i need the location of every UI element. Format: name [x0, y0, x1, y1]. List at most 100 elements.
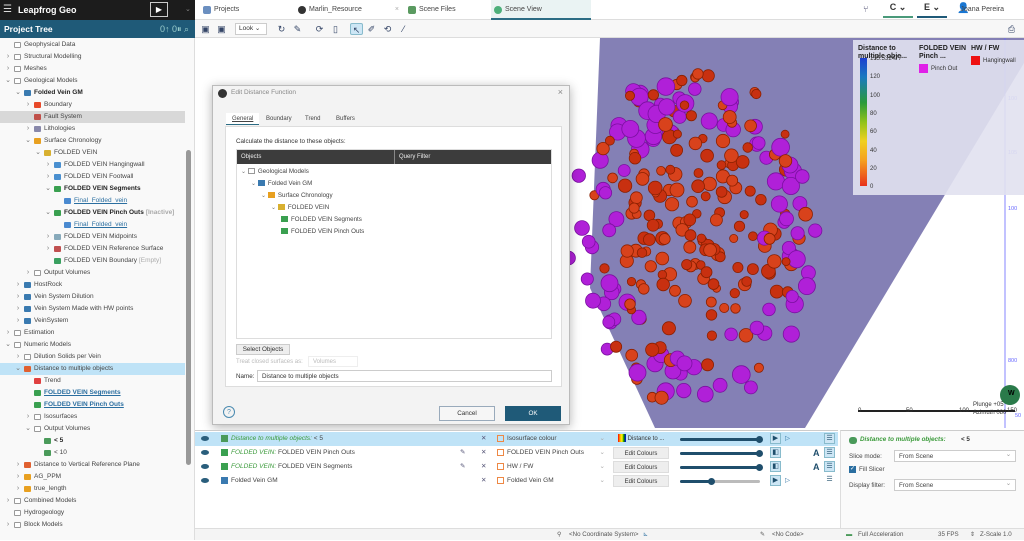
chevron-down-icon[interactable]: ⌄ [261, 192, 268, 199]
chevron-right-icon[interactable]: › [14, 279, 22, 291]
chevron-right-icon[interactable]: › [14, 303, 22, 315]
refresh-icon[interactable]: ⟲ [381, 23, 394, 35]
tree-item[interactable]: › Vein System Dilution [0, 291, 185, 303]
tree-item[interactable]: › FOLDED VEIN Midpoints [0, 231, 185, 243]
tabs-dropdown-button[interactable]: ⌄ [185, 0, 199, 20]
shape-row[interactable]: Folded Vein GM ✕ Folded Vein GM ⌄ Edit Colou… [195, 474, 838, 488]
opacity-slider[interactable] [680, 478, 760, 485]
screenshot-icon[interactable]: ▣ [199, 23, 212, 35]
legend-toggle-icon[interactable]: ☰ [824, 461, 835, 472]
tree-item[interactable]: › FOLDED VEIN Hangingwall [0, 159, 185, 171]
sync-icon[interactable]: ⟳ [313, 23, 326, 35]
chevron-down-icon[interactable]: ⌄ [24, 135, 32, 147]
tree-item[interactable]: Hydrogeology [0, 507, 185, 519]
select-objects-button[interactable]: Select Objects [236, 344, 290, 355]
tree-item[interactable]: ⌄ FOLDED VEIN Segments [0, 183, 185, 195]
ruler-icon[interactable]: ⁄ [397, 23, 410, 35]
chevron-right-icon[interactable]: › [44, 159, 52, 171]
pencil-icon[interactable]: ✎ [460, 460, 465, 474]
chevron-right-icon[interactable]: › [14, 459, 22, 471]
close-tab-icon[interactable]: × [395, 0, 399, 20]
chevron-right-icon[interactable]: › [14, 315, 22, 327]
project-tree-tools[interactable]: 0↑ 0⏸ ⌕ [160, 20, 189, 38]
coordinate-system[interactable]: <No Coordinate System> [569, 529, 638, 541]
tree-item[interactable]: › Isosurfaces [0, 411, 185, 423]
remove-icon[interactable]: ✕ [481, 432, 486, 446]
chevron-right-icon[interactable]: › [44, 231, 52, 243]
tree-item[interactable]: › Boundary [0, 99, 185, 111]
tree-item[interactable]: Trend [0, 375, 185, 387]
tab-boundary[interactable]: Boundary [260, 113, 298, 125]
tree-item[interactable]: ⌄ Surface Chronology [0, 135, 185, 147]
point-style-icon[interactable]: ◧ [770, 447, 781, 458]
tab-scene-files[interactable]: Scene Files [405, 0, 490, 20]
cancel-button[interactable]: Cancel [439, 406, 495, 421]
tree-item[interactable]: Geophysical Data [0, 39, 185, 51]
chevron-right-icon[interactable]: › [14, 351, 22, 363]
object-row[interactable]: FOLDED VEIN Pinch Outs [281, 226, 364, 238]
tree-item[interactable]: ⌄ Distance to multiple objects [0, 363, 185, 375]
colour-select[interactable]: Folded Vein GM ⌄ [497, 474, 605, 488]
code-status[interactable]: <No Code> [772, 529, 804, 541]
tab-projects[interactable]: Projects [200, 0, 295, 20]
tree-item[interactable]: › Estimation [0, 327, 185, 339]
render-outline-icon[interactable]: ▷ [785, 474, 790, 488]
chevron-right-icon[interactable]: › [4, 519, 12, 531]
tree-item[interactable]: Final_Folded_vein [0, 195, 185, 207]
chevron-down-icon[interactable]: ⌄ [44, 207, 52, 219]
tree-item[interactable]: ⌄ Output Volumes [0, 423, 185, 435]
object-row[interactable]: FOLDED VEIN Segments [281, 214, 362, 226]
tree-item[interactable]: › HostRock [0, 279, 185, 291]
slider-knob[interactable] [756, 450, 763, 457]
select-pointer-icon[interactable]: ↖ [350, 23, 363, 35]
pencil-icon[interactable]: ✐ [365, 23, 378, 35]
object-row[interactable]: ⌄ FOLDED VEIN [271, 202, 329, 214]
tree-item[interactable]: < 5 [0, 435, 185, 447]
chevron-right-icon[interactable]: › [44, 243, 52, 255]
slider-knob[interactable] [756, 464, 763, 471]
slice-mode-select[interactable]: From Scene [894, 449, 1016, 462]
edit-colours-button[interactable]: Edit Colours [613, 447, 669, 459]
eye-icon[interactable] [201, 450, 209, 455]
tree-item[interactable]: › VeinSystem [0, 315, 185, 327]
ok-button[interactable]: OK [505, 406, 561, 421]
label-icon[interactable]: A [813, 446, 820, 460]
shape-row[interactable]: FOLDED VEIN: FOLDED VEIN Segments ✎ ✕ HW / … [195, 460, 838, 474]
slicer-icon[interactable]: ▯ [329, 23, 342, 35]
chevron-down-icon[interactable]: ⌄ [4, 75, 12, 87]
render-solid-icon[interactable]: ▶ [770, 475, 781, 486]
chevron-right-icon[interactable]: › [4, 51, 12, 63]
chevron-down-icon[interactable]: ⌄ [34, 147, 42, 159]
window-icon[interactable]: ▣ [215, 23, 228, 35]
user-name[interactable]: Joana Pereira [960, 6, 1004, 13]
tree-item[interactable]: › Vein System Made with HW points [0, 303, 185, 315]
eye-icon[interactable] [201, 464, 209, 469]
tree-item[interactable]: ⌄ FOLDED VEIN Pinch Outs [Inactive] [0, 207, 185, 219]
shape-row[interactable]: Distance to multiple objects: < 5 ✕ Isosur… [195, 432, 838, 446]
chevron-right-icon[interactable]: › [14, 291, 22, 303]
render-solid-icon[interactable]: ▶ [770, 433, 781, 444]
tree-item[interactable]: › Output Volumes [0, 267, 185, 279]
chevron-right-icon[interactable]: › [14, 471, 22, 483]
tab-general[interactable]: General [226, 113, 260, 125]
treat-select[interactable]: Volumes [308, 356, 358, 367]
eye-icon[interactable] [201, 478, 209, 483]
remove-icon[interactable]: ✕ [481, 460, 486, 474]
chevron-down-icon[interactable]: ⌄ [271, 204, 278, 211]
chevron-down-icon[interactable]: ⌄ [4, 339, 12, 351]
slider-knob[interactable] [756, 436, 763, 443]
tree-item[interactable]: › true_length [0, 483, 185, 495]
connector-c-button[interactable]: C ⌄ [883, 2, 913, 18]
tree-item[interactable]: Final_Folded_vein [0, 219, 185, 231]
edit-colours-button[interactable]: Edit Colours [613, 475, 669, 487]
slider-knob[interactable] [708, 478, 715, 485]
object-row[interactable]: ⌄ Geological Models [241, 166, 309, 178]
help-icon[interactable]: ? [223, 406, 235, 418]
camera-icon[interactable]: ⎙ [1005, 23, 1018, 35]
play-button[interactable]: ▶ [150, 2, 168, 17]
colour-select[interactable]: HW / FW ⌄ [497, 460, 605, 474]
tree-item[interactable]: Fault System [0, 111, 185, 123]
chevron-down-icon[interactable]: ⌄ [24, 423, 32, 435]
tree-item[interactable]: < 10 [0, 447, 185, 459]
connector-e-button[interactable]: E ⌄ [917, 2, 947, 18]
